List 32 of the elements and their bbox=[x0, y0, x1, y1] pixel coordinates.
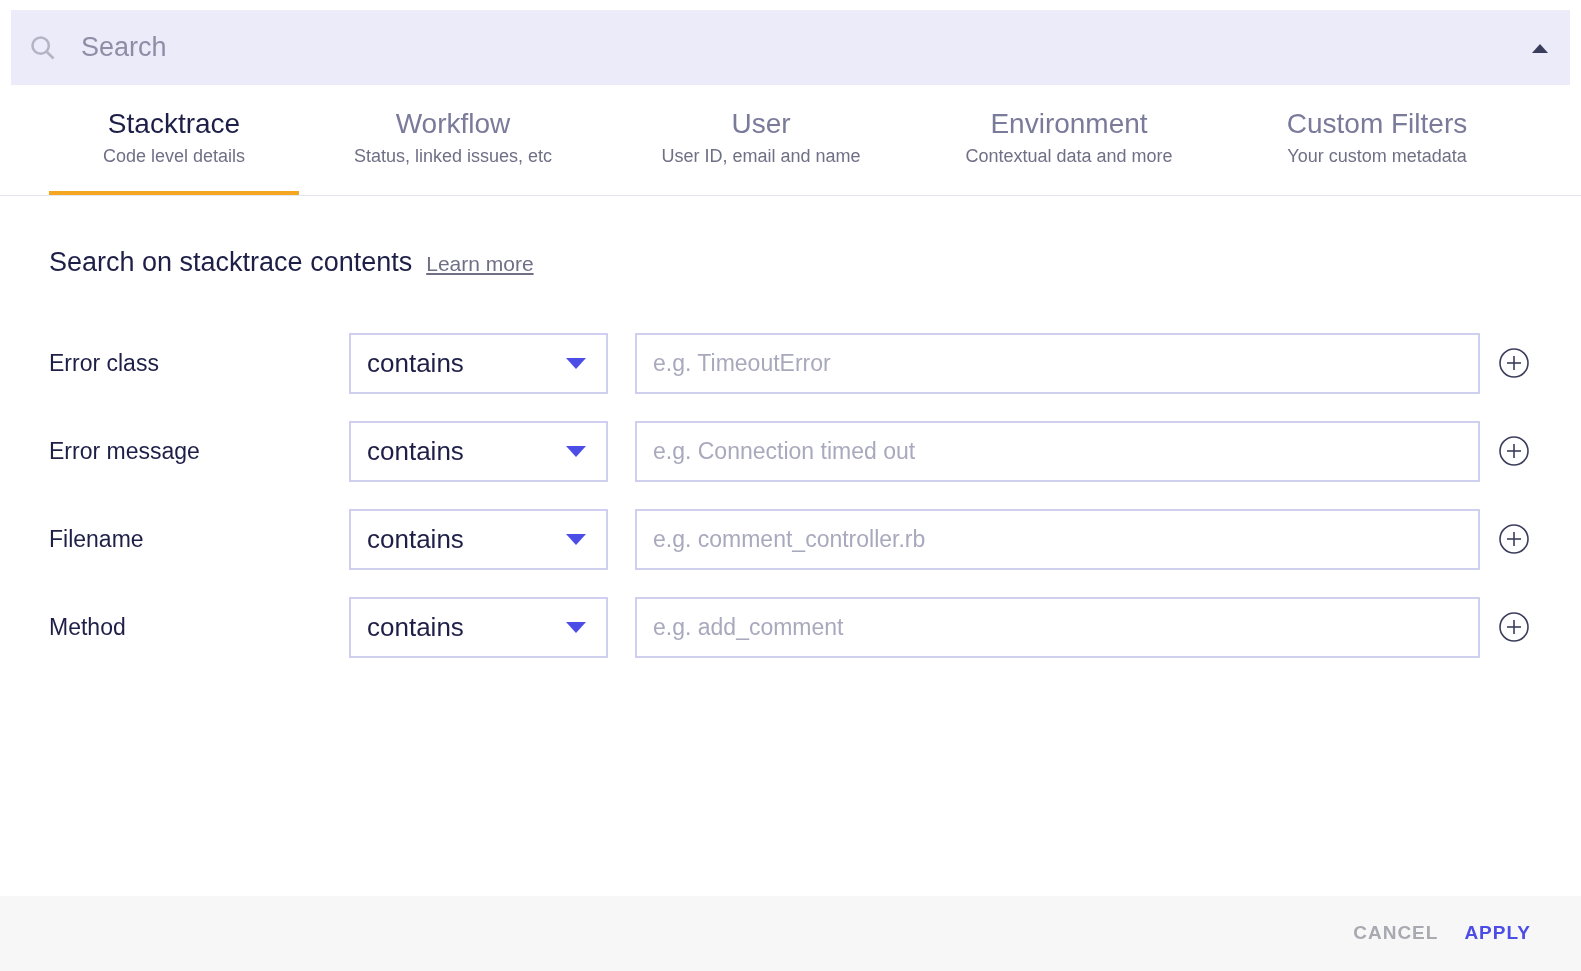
filter-tab[interactable]: Environment Contextual data and more bbox=[915, 101, 1223, 195]
operator-select[interactable]: contains bbox=[349, 420, 608, 482]
add-icon[interactable] bbox=[1498, 435, 1530, 467]
dropdown-caret-icon bbox=[566, 357, 586, 369]
filter-tab[interactable]: Workflow Status, linked issues, etc bbox=[299, 101, 607, 195]
dropdown-caret-icon bbox=[566, 445, 586, 457]
search-field[interactable]: Search bbox=[81, 27, 1508, 68]
learn-more-link[interactable]: Learn more bbox=[426, 248, 534, 280]
section-heading: Search on stacktrace contents bbox=[49, 246, 413, 279]
collapse-caret-icon[interactable] bbox=[1532, 42, 1548, 53]
field-label: Error class bbox=[49, 348, 160, 378]
add-icon[interactable] bbox=[1498, 611, 1530, 643]
value-input-field[interactable]: e.g. add_comment bbox=[635, 596, 1480, 658]
field-label: Error message bbox=[49, 436, 201, 466]
filter-tab[interactable]: Stacktrace Code level details bbox=[49, 101, 299, 195]
search-icon bbox=[29, 33, 57, 62]
field-label: Filename bbox=[49, 524, 145, 554]
filter-tab[interactable]: Custom Filters Your custom metadata bbox=[1223, 101, 1531, 195]
value-input-field[interactable]: e.g. comment_controller.rb bbox=[635, 508, 1480, 570]
value-input-field[interactable]: e.g. TimeoutError bbox=[635, 332, 1480, 394]
add-icon[interactable] bbox=[1498, 347, 1530, 379]
field-label: Method bbox=[49, 612, 127, 642]
filter-tab[interactable]: User User ID, email and name bbox=[607, 101, 915, 195]
dropdown-caret-icon bbox=[566, 533, 586, 545]
apply-button[interactable]: APPLY bbox=[1464, 919, 1531, 948]
search-bar[interactable]: Search bbox=[11, 10, 1570, 85]
operator-select[interactable]: contains bbox=[349, 332, 608, 394]
dropdown-caret-icon bbox=[566, 621, 586, 633]
operator-select[interactable]: contains bbox=[349, 596, 608, 658]
add-icon[interactable] bbox=[1498, 523, 1530, 555]
operator-select[interactable]: contains bbox=[349, 508, 608, 570]
value-input-field[interactable]: e.g. Connection timed out bbox=[635, 420, 1480, 482]
